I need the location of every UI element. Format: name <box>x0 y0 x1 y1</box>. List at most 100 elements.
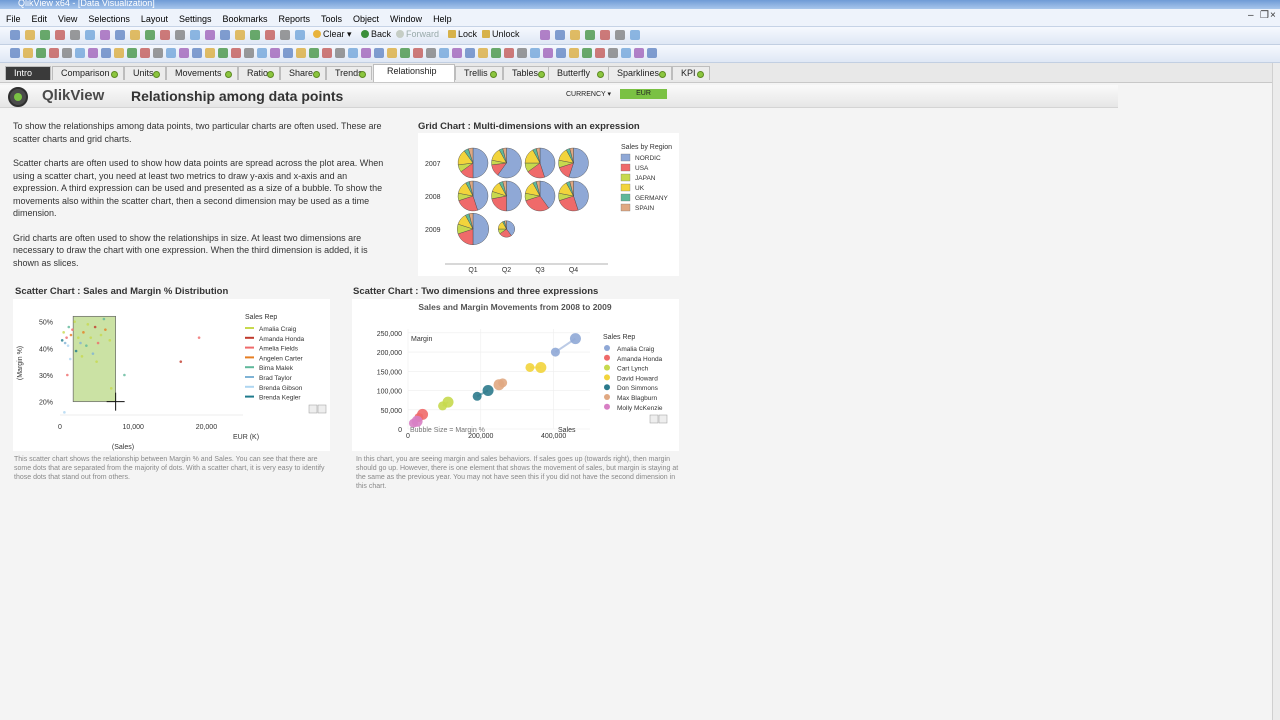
toolbar-tool-icon[interactable] <box>100 30 110 40</box>
toolbar-tool-icon[interactable] <box>600 30 610 40</box>
toolbar-tool-icon[interactable] <box>10 48 20 58</box>
toolbar-tool-icon[interactable] <box>361 48 371 58</box>
toolbar-tool-icon[interactable] <box>85 30 95 40</box>
toolbar-tool-icon[interactable] <box>517 48 527 58</box>
toolbar-tool-icon[interactable] <box>115 30 125 40</box>
toolbar-tool-icon[interactable] <box>10 30 20 40</box>
toolbar-tool-icon[interactable] <box>504 48 514 58</box>
lock-button[interactable]: Lock <box>448 29 477 39</box>
menu-settings[interactable]: Settings <box>173 11 217 24</box>
toolbar-tool-icon[interactable] <box>70 30 80 40</box>
back-button[interactable]: Back <box>361 29 391 39</box>
toolbar-tool-icon[interactable] <box>192 48 202 58</box>
toolbar-tool-icon[interactable] <box>491 48 501 58</box>
toolbar-tool-icon[interactable] <box>88 48 98 58</box>
menu-window[interactable]: Window <box>384 11 427 24</box>
toolbar-tool-icon[interactable] <box>179 48 189 58</box>
toolbar-tool-icon[interactable] <box>335 48 345 58</box>
toolbar-tool-icon[interactable] <box>231 48 241 58</box>
toolbar-tool-icon[interactable] <box>280 30 290 40</box>
toolbar-tool-icon[interactable] <box>127 48 137 58</box>
toolbar-tool-icon[interactable] <box>647 48 657 58</box>
tab-units[interactable]: Units <box>124 66 166 80</box>
minimize-icon[interactable]: – <box>1248 10 1254 21</box>
toolbar-tool-icon[interactable] <box>40 30 50 40</box>
toolbar-tool-icon[interactable] <box>36 48 46 58</box>
toolbar-tool-icon[interactable] <box>55 30 65 40</box>
toolbar-tool-icon[interactable] <box>452 48 462 58</box>
menu-tools[interactable]: Tools <box>315 11 347 24</box>
menu-object[interactable]: Object <box>347 11 384 24</box>
toolbar-tool-icon[interactable] <box>595 48 605 58</box>
vertical-scrollbar[interactable] <box>1272 63 1280 720</box>
toolbar-tool-icon[interactable] <box>582 48 592 58</box>
tab-trellis[interactable]: Trellis <box>455 66 503 80</box>
toolbar-tool-icon[interactable] <box>175 30 185 40</box>
menu-bookmarks[interactable]: Bookmarks <box>216 11 272 24</box>
tab-sparklines[interactable]: Sparklines <box>608 66 672 80</box>
tab-tables[interactable]: Tables <box>503 66 551 80</box>
toolbar-tool-icon[interactable] <box>630 30 640 40</box>
toolbar-tool-icon[interactable] <box>145 30 155 40</box>
toolbar-tool-icon[interactable] <box>101 48 111 58</box>
toolbar-tool-icon[interactable] <box>205 30 215 40</box>
toolbar-tool-icon[interactable] <box>270 48 280 58</box>
tab-relationship[interactable]: Relationship <box>373 64 455 82</box>
toolbar-tool-icon[interactable] <box>62 48 72 58</box>
menu-reports[interactable]: Reports <box>273 11 316 24</box>
currency-listbox-label[interactable]: CURRENCY ▾ <box>566 90 611 98</box>
toolbar-tool-icon[interactable] <box>130 30 140 40</box>
toolbar-tool-icon[interactable] <box>166 48 176 58</box>
toolbar-tool-icon[interactable] <box>205 48 215 58</box>
toolbar-tool-icon[interactable] <box>556 48 566 58</box>
menu-view[interactable]: View <box>52 11 82 24</box>
toolbar-tool-icon[interactable] <box>218 48 228 58</box>
toolbar-tool-icon[interactable] <box>25 30 35 40</box>
toolbar-tool-icon[interactable] <box>190 30 200 40</box>
toolbar-tool-icon[interactable] <box>570 30 580 40</box>
close-icon[interactable]: × <box>1270 10 1276 21</box>
toolbar-tool-icon[interactable] <box>426 48 436 58</box>
menu-edit[interactable]: Edit <box>26 11 53 24</box>
toolbar-tool-icon[interactable] <box>283 48 293 58</box>
toolbar-tool-icon[interactable] <box>265 30 275 40</box>
toolbar-tool-icon[interactable] <box>295 30 305 40</box>
tab-movements[interactable]: Movements <box>166 66 238 80</box>
toolbar-tool-icon[interactable] <box>387 48 397 58</box>
toolbar-tool-icon[interactable] <box>585 30 595 40</box>
toolbar-tool-icon[interactable] <box>608 48 618 58</box>
unlock-button[interactable]: Unlock <box>482 29 520 39</box>
toolbar-tool-icon[interactable] <box>439 48 449 58</box>
tab-share[interactable]: Share <box>280 66 326 80</box>
toolbar-tool-icon[interactable] <box>530 48 540 58</box>
currency-value-cell[interactable]: EUR <box>620 89 667 99</box>
toolbar-tool-icon[interactable] <box>322 48 332 58</box>
toolbar-tool-icon[interactable] <box>23 48 33 58</box>
toolbar-tool-icon[interactable] <box>543 48 553 58</box>
menu-layout[interactable]: Layout <box>135 11 173 24</box>
toolbar-tool-icon[interactable] <box>75 48 85 58</box>
tab-intro[interactable]: Intro <box>5 66 51 80</box>
toolbar-tool-icon[interactable] <box>140 48 150 58</box>
scatter1-panel[interactable]: 0 10,000 20,000 50% 40% 30% 20% (Sales) EUR (K) (… <box>13 299 330 451</box>
tab-comparison[interactable]: Comparison <box>52 66 124 80</box>
toolbar-tool-icon[interactable] <box>555 30 565 40</box>
toolbar-tool-icon[interactable] <box>634 48 644 58</box>
toolbar-tool-icon[interactable] <box>160 30 170 40</box>
toolbar-tool-icon[interactable] <box>49 48 59 58</box>
toolbar-tool-icon[interactable] <box>569 48 579 58</box>
menu-file[interactable]: File <box>0 11 26 24</box>
tab-kpi[interactable]: KPI <box>672 66 710 80</box>
toolbar-tool-icon[interactable] <box>540 30 550 40</box>
toolbar-tool-icon[interactable] <box>413 48 423 58</box>
restore-icon[interactable]: ❐ <box>1260 10 1269 21</box>
toolbar-tool-icon[interactable] <box>220 30 230 40</box>
tab-butterfly[interactable]: Butterfly <box>548 66 610 80</box>
toolbar-tool-icon[interactable] <box>374 48 384 58</box>
toolbar-tool-icon[interactable] <box>465 48 475 58</box>
toolbar-tool-icon[interactable] <box>235 30 245 40</box>
forward-button[interactable]: Forward <box>396 29 439 39</box>
toolbar-tool-icon[interactable] <box>250 30 260 40</box>
toolbar-tool-icon[interactable] <box>478 48 488 58</box>
toolbar-tool-icon[interactable] <box>621 48 631 58</box>
